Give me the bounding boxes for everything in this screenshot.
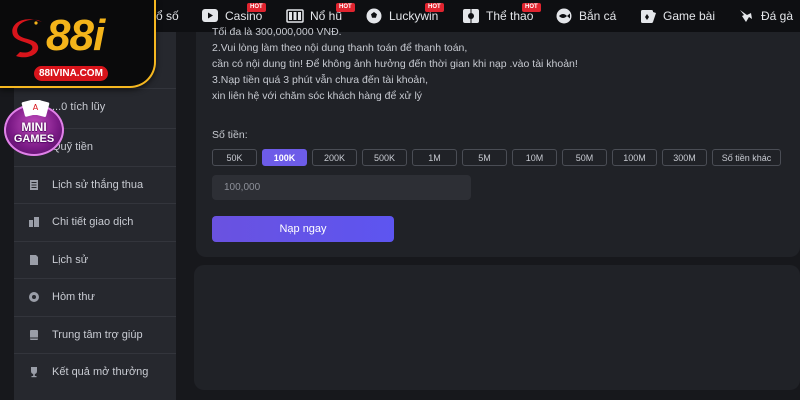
amount-button-500k[interactable]: 500K — [362, 149, 407, 166]
slot-machine-icon — [286, 7, 304, 25]
rooster-icon — [737, 7, 755, 25]
amount-input-value: 100,000 — [224, 182, 261, 193]
nav-item-game-bai[interactable]: Game bài — [639, 0, 715, 32]
amount-button-200k[interactable]: 200K — [312, 149, 357, 166]
tv-icon — [201, 7, 219, 25]
amount-button-100m[interactable]: 100M — [612, 149, 657, 166]
amount-button-10m[interactable]: 10M — [512, 149, 557, 166]
amount-button-100k[interactable]: 100K — [262, 149, 307, 166]
nav-item-the-thao[interactable]: Thể thao HOT — [462, 0, 541, 32]
nav-item-da-ga[interactable]: Đá gà — [737, 0, 793, 32]
deposit-now-button[interactable]: Nạp ngay — [212, 216, 394, 242]
hot-badge: HOT — [425, 3, 444, 12]
nav-item-luckywin[interactable]: Luckywin HOT — [365, 0, 444, 32]
amount-input[interactable]: 100,000 — [212, 175, 471, 200]
instruction-line: 2.Vui lòng làm theo nội dung thanh toán … — [212, 42, 468, 54]
secondary-panel — [194, 265, 800, 390]
sidebar-item-label: Kết quả mở thưởng — [52, 366, 149, 378]
sidebar-item-label: Lịch sử thắng thua — [52, 179, 144, 191]
list-icon — [28, 179, 40, 191]
card-game-icon — [639, 7, 657, 25]
sidebar-item-label: Chi tiết giao dịch — [52, 216, 134, 228]
sidebar-item-tro-giup[interactable]: Trung tâm trợ giúp — [14, 316, 176, 353]
mini-games-label-line1: MINI — [21, 120, 47, 134]
playing-cards-icon: A — [19, 98, 51, 120]
amount-button-1m[interactable]: 1M — [412, 149, 457, 166]
sidebar-item-lich-su[interactable]: Lịch sử — [14, 241, 176, 278]
amount-button-custom[interactable]: Số tiền khác — [712, 149, 781, 166]
amount-button-5m[interactable]: 5M — [462, 149, 507, 166]
nav-label: Bắn cá — [579, 9, 617, 23]
help-book-icon — [28, 329, 40, 341]
mail-icon — [28, 291, 40, 303]
nav-label: Game bài — [663, 9, 716, 23]
sidebar-item-lich-su-thang-thua[interactable]: Lịch sử thắng thua — [14, 166, 176, 203]
hot-badge: HOT — [336, 3, 355, 12]
brand-name: 88i — [46, 11, 105, 60]
brand-logo[interactable]: 88i 88IVINA.COM — [0, 0, 156, 88]
sidebar-item-label: Hòm thư — [52, 291, 95, 303]
soccer-ball-icon — [365, 7, 383, 25]
sidebar-item-label: Lịch sử — [52, 254, 89, 266]
instruction-line: cần có nội dung tin! Để không ảnh hưởng … — [212, 58, 578, 70]
brand-domain: 88IVINA.COM — [34, 66, 108, 81]
mini-games-button[interactable]: A MINI GAMES — [1, 98, 67, 158]
instruction-line: 3.Nạp tiền quá 3 phút vẫn chưa đến tài k… — [212, 74, 429, 86]
deposit-panel: Tối đa là 300,000,000 VNĐ. 2.Vui lòng là… — [196, 26, 800, 257]
sidebar-item-hom-thu[interactable]: Hòm thư — [14, 278, 176, 315]
instruction-line: Tối đa là 300,000,000 VNĐ. — [212, 26, 342, 38]
sidebar-item-ket-qua[interactable]: Kết quả mở thưởng — [14, 353, 176, 390]
hot-badge: HOT — [522, 3, 541, 12]
sidebar-item-chi-tiet-giao-dich[interactable]: Chi tiết giao dịch — [14, 203, 176, 240]
fish-icon — [555, 7, 573, 25]
document-icon — [28, 254, 40, 266]
amount-label: Số tiền: — [212, 129, 248, 141]
mini-games-label-line2: GAMES — [13, 133, 55, 145]
instruction-line: xin liên hệ với chăm sóc khách hàng để x… — [212, 90, 423, 102]
trophy-icon — [28, 366, 40, 378]
sports-icon — [462, 7, 480, 25]
building-icon — [28, 216, 40, 228]
amount-button-50m[interactable]: 50M — [562, 149, 607, 166]
nav-item-ban-ca[interactable]: Bắn cá — [555, 0, 616, 32]
sidebar-item-label: Trung tâm trợ giúp — [52, 329, 143, 341]
amount-button-300m[interactable]: 300M — [662, 149, 707, 166]
amount-button-50k[interactable]: 50K — [212, 149, 257, 166]
hot-badge: HOT — [247, 3, 266, 12]
svg-text:A: A — [33, 103, 39, 112]
nav-label: Đá gà — [761, 9, 794, 23]
dragon-icon — [8, 16, 48, 62]
